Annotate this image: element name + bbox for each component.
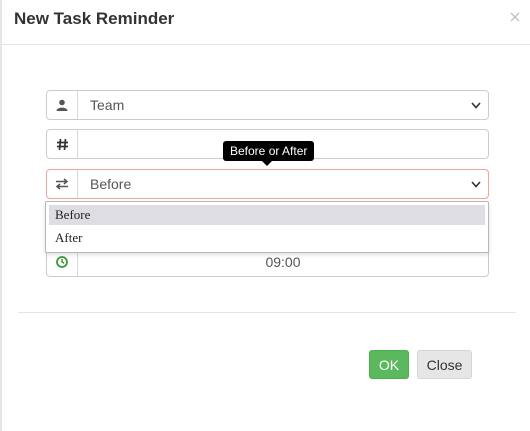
dialog-header: New Task Reminder xyxy=(0,0,530,45)
direction-addon xyxy=(47,170,78,198)
clock-icon xyxy=(56,256,68,268)
footer-divider xyxy=(18,312,516,313)
ok-button[interactable]: OK xyxy=(369,350,409,379)
amount-addon xyxy=(47,130,78,158)
target-addon xyxy=(47,91,78,119)
chevron-down-icon xyxy=(471,181,481,188)
target-value: Team xyxy=(90,97,125,113)
direction-select[interactable]: Before xyxy=(46,169,489,199)
hash-icon xyxy=(56,138,68,150)
tooltip-arrow xyxy=(262,161,272,166)
direction-value: Before xyxy=(90,176,132,192)
option-before[interactable]: Before xyxy=(49,205,485,225)
chevron-down-icon xyxy=(471,102,481,109)
close-icon[interactable] xyxy=(509,11,521,23)
swap-arrows-icon xyxy=(55,178,69,190)
direction-dropdown: Before After xyxy=(45,201,489,253)
close-button[interactable]: Close xyxy=(417,350,472,379)
user-icon xyxy=(56,99,68,111)
dialog-title: New Task Reminder xyxy=(14,9,175,28)
option-after[interactable]: After xyxy=(49,228,485,248)
direction-tooltip: Before or After xyxy=(223,141,315,161)
left-edge-divider xyxy=(0,0,2,431)
target-select[interactable]: Team xyxy=(46,90,489,120)
